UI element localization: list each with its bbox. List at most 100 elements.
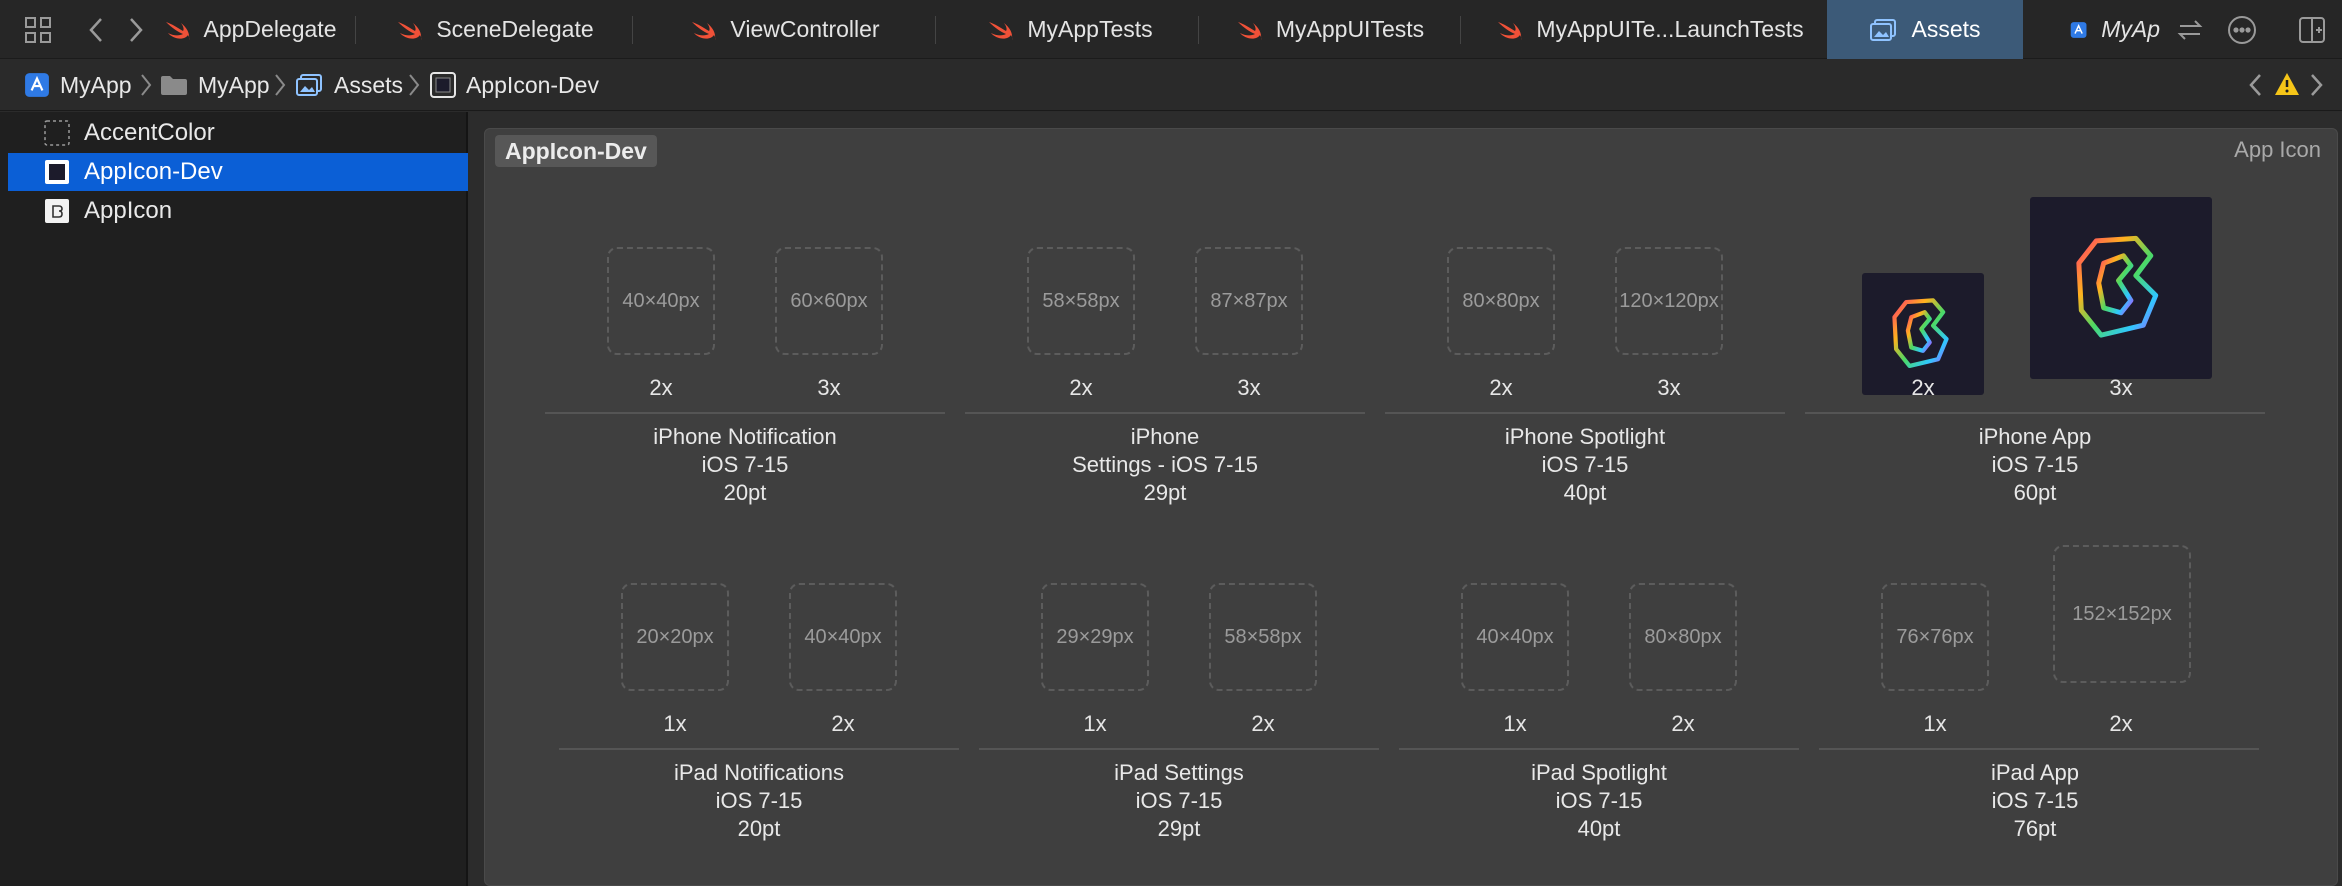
scale-label: 2x [1069,375,1093,400]
icon-slot-ipad-spotlight-1x[interactable]: 40×40px [1461,583,1569,691]
sidebar-item-label: AppIcon-Dev [84,158,223,185]
color-set-icon [44,120,70,146]
scale-label: 3x [1237,375,1261,400]
tab-viewcontroller[interactable]: ViewController [645,0,925,59]
group-caption-ipad-spotlight: iPad Spotlight iOS 7-15 40pt [1399,759,1799,843]
group-divider [545,412,945,414]
chevron-right-icon[interactable] [2310,73,2324,97]
group-caption-ipad-notifications: iPad Notifications iOS 7-15 20pt [559,759,959,843]
breadcrumb-appicon-dev[interactable]: AppIcon-Dev [430,59,599,111]
tab-divider [632,16,633,44]
tab-label: ViewController [730,16,880,42]
icon-slot-iphone-settings-3x[interactable]: 87×87px [1195,247,1303,355]
scale-label: 1x [1923,711,1947,736]
caption-line: iPhone [1130,424,1200,449]
group-caption-iphone-settings: iPhone Settings - iOS 7-15 29pt [965,423,1365,507]
icon-slot-ipad-notifications-2x[interactable]: 40×40px [789,583,897,691]
chevron-right-icon [130,18,143,42]
more-options-button[interactable] [2222,10,2262,50]
tab-myapp-project[interactable]: MyAp [2030,0,2160,59]
chevron-right-icon [275,74,286,96]
scale-label: 1x [663,711,687,736]
sidebar-item-appicon[interactable]: AppIcon [8,192,468,230]
tab-myapptests[interactable]: MyAppTests [945,0,1195,59]
toggle-split-button[interactable] [2170,10,2210,50]
caption-line: 20pt [737,816,781,841]
icon-slot-ipad-settings-1x[interactable]: 29×29px [1041,583,1149,691]
icon-slot-iphone-spotlight-3x[interactable]: 120×120px [1615,247,1723,355]
back-button[interactable] [76,10,116,50]
tab-divider [355,16,356,44]
warning-icon[interactable] [2274,72,2300,96]
chevron-left-icon[interactable] [2248,73,2262,97]
swift-file-icon [398,21,422,40]
tab-scenedelegate[interactable]: SceneDelegate [370,0,620,59]
scale-label: 2x [831,711,855,736]
asset-list-sidebar: AccentColor AppIcon-Dev AppIcon [0,112,468,886]
caption-line: iOS 7-15 [1991,788,2079,813]
sidebar-item-appicon-dev[interactable]: AppIcon-Dev [8,153,468,191]
asset-editor: AppIcon-Dev App Icon 40×40px 60×60px 2x … [470,112,2342,886]
project-icon [25,73,49,97]
icon-slot-ipad-spotlight-2x[interactable]: 80×80px [1629,583,1737,691]
scale-label: 2x [649,375,673,400]
scale-label: 1x [1503,711,1527,736]
tab-myappuitestslaunchtests[interactable]: MyAppUITe...LaunchTests [1470,0,1830,59]
icon-slot-iphone-app-3x[interactable] [2030,197,2212,379]
caption-line: 60pt [2013,480,2057,505]
caption-line: iPad Notifications [674,760,844,785]
icon-slot-iphone-notification-3x[interactable]: 60×60px [775,247,883,355]
breadcrumb-label: MyApp [198,71,270,98]
sidebar-item-accentcolor[interactable]: AccentColor [8,114,468,152]
group-caption-ipad-app: iPad App iOS 7-15 76pt [1835,759,2235,843]
icon-slot-ipad-app-2x[interactable]: 152×152px [2053,545,2191,683]
tab-myappuitests[interactable]: MyAppUITests [1205,0,1455,59]
icon-slot-ipad-settings-2x[interactable]: 58×58px [1209,583,1317,691]
caption-line: iOS 7-15 [1135,788,1223,813]
scale-label: 3x [2109,375,2133,400]
caption-line: 76pt [2013,816,2057,841]
tab-assets[interactable]: Assets [1827,0,2023,59]
caption-line: iOS 7-15 [1991,452,2079,477]
icon-set-panel: AppIcon-Dev App Icon 40×40px 60×60px 2x … [484,128,2338,886]
sidebar-item-label: AppIcon [84,197,173,224]
tab-divider [1460,16,1461,44]
scale-label: 2x [1489,375,1513,400]
breadcrumb-assets[interactable]: Assets [294,59,403,111]
asset-catalog-icon [296,74,322,96]
scale-label: 1x [1083,711,1107,736]
group-divider [1399,748,1799,750]
icon-set-type: App Icon [2234,137,2321,162]
breadcrumb-project[interactable]: MyApp [24,59,132,111]
chevron-left-icon [89,18,102,42]
caption-line: 29pt [1157,816,1201,841]
icon-slot-ipad-app-1x[interactable]: 76×76px [1881,583,1989,691]
breadcrumb-folder[interactable]: MyApp [160,59,270,111]
jump-bar: MyApp MyApp Assets AppIcon-Dev [0,59,2342,111]
app-icon-set-icon [45,160,69,184]
icon-slot-ipad-notifications-1x[interactable]: 20×20px [621,583,729,691]
group-divider [1819,748,2259,750]
group-caption-iphone-app: iPhone App iOS 7-15 60pt [1835,423,2235,507]
caption-line: 40pt [1577,816,1621,841]
caption-line: iOS 7-15 [715,788,803,813]
tab-label: Assets [1911,16,1981,42]
icon-slot-iphone-notification-2x[interactable]: 40×40px [607,247,715,355]
scale-label: 2x [1251,711,1275,736]
app-logo-icon [1892,298,1949,369]
icon-slot-iphone-spotlight-2x[interactable]: 80×80px [1447,247,1555,355]
swift-file-icon [1498,21,1522,40]
add-editor-button[interactable] [2292,10,2332,50]
caption-line: 40pt [1563,480,1607,505]
group-divider [1805,412,2265,414]
scale-label: 2x [1911,375,1935,400]
caption-line: iPhone App [1978,424,2092,449]
icon-set-name[interactable]: AppIcon-Dev [495,135,657,167]
caption-line: iOS 7-15 [1541,452,1629,477]
related-items-button[interactable] [18,10,58,50]
icon-slot-iphone-settings-2x[interactable]: 58×58px [1027,247,1135,355]
tab-appdelegate[interactable]: AppDelegate [150,0,350,59]
breadcrumb-label: MyApp [60,71,132,98]
scale-label: 3x [817,375,841,400]
breadcrumb-label: AppIcon-Dev [466,71,599,98]
